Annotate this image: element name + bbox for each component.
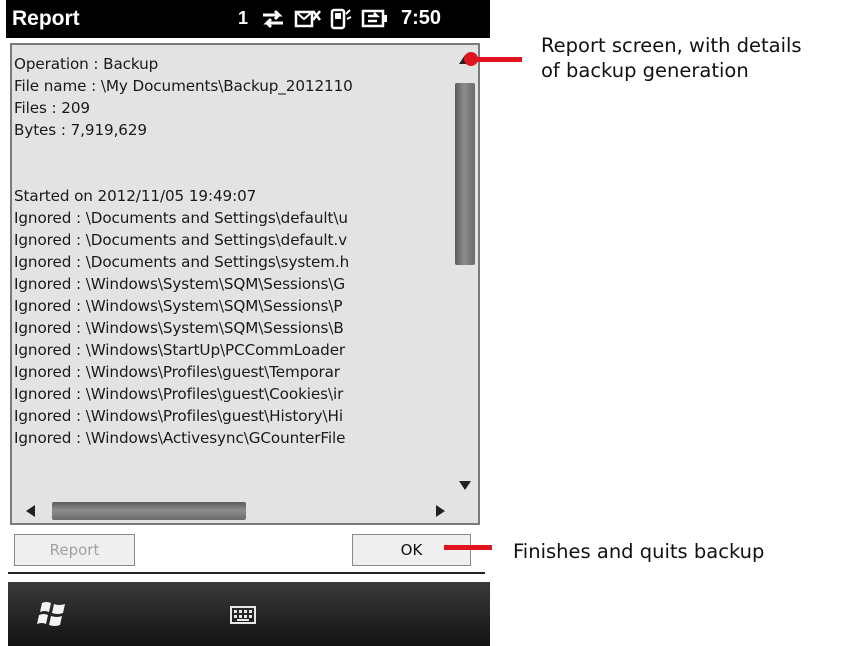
softkey-bar (8, 582, 490, 646)
scroll-right-arrow-icon[interactable] (436, 505, 445, 517)
log-line: Ignored : \Documents and Settings\defaul… (14, 231, 348, 249)
annotation-report-screen: Report screen, with details of backup ge… (541, 33, 802, 83)
log-line: Ignored : \Windows\Profiles\guest\Histor… (14, 407, 343, 425)
annotation-line: of backup generation (541, 59, 749, 82)
device-screen: Report 1 7:50 Operation: Backup File na… (0, 0, 490, 646)
annotation-line: Report screen, with details (541, 34, 802, 57)
phone-icon[interactable] (328, 8, 352, 30)
signal-number: 1 (238, 8, 249, 28)
log-line: Ignored : \Documents and Settings\system… (14, 253, 350, 271)
divider (8, 572, 485, 574)
clock: 7:50 (401, 7, 442, 29)
log-line: Ignored : \Windows\System\SQM\Sessions\B (14, 319, 344, 337)
battery-icon[interactable] (360, 8, 390, 30)
status-bar: Report 1 7:50 (6, 0, 490, 38)
horizontal-scroll-thumb[interactable] (52, 502, 246, 520)
log-line: Ignored : \Documents and Settings\defaul… (14, 209, 348, 227)
log-line: Ignored : \Windows\Activesync\GCounterFi… (14, 429, 346, 447)
annotation-ok-button: Finishes and quits backup (513, 540, 765, 563)
windows-start-icon[interactable] (36, 599, 70, 633)
log-line: Started on 2012/11/05 19:49:07 (14, 187, 257, 205)
log-line: Files : 209 (14, 99, 90, 117)
scroll-left-arrow-icon[interactable] (26, 505, 35, 517)
log-line: Ignored : \Windows\StartUp\PCCommLoader (14, 341, 346, 359)
app-title: Report (12, 7, 80, 30)
ok-button[interactable]: OK (352, 534, 471, 566)
log-line: Ignored : \Windows\System\SQM\Sessions\P (14, 297, 343, 315)
report-button[interactable]: Report (14, 534, 135, 566)
vertical-scroll-thumb[interactable] (455, 83, 475, 265)
log-line: Ignored : \Windows\System\SQM\Sessions\G (14, 275, 346, 293)
horizontal-scrollbar[interactable] (14, 500, 452, 522)
log-line: Ignored : \Windows\Profiles\guest\Cookie… (14, 385, 344, 403)
keyboard-icon[interactable] (230, 606, 256, 628)
report-log[interactable]: Operation : Backup File name : \My Docum… (14, 53, 452, 497)
report-panel: Operation : Backup File name : \My Docum… (10, 43, 480, 525)
log-line: File name : \My Documents\Backup_2012110 (14, 77, 353, 95)
sync-icon[interactable] (259, 8, 287, 30)
vertical-scrollbar[interactable] (453, 53, 478, 493)
message-icon[interactable] (294, 8, 322, 30)
log-line: Ignored : \Windows\Profiles\guest\Tempor… (14, 363, 340, 381)
callout-line-ok (444, 545, 492, 550)
log-line: Operation : Backup (14, 55, 159, 73)
scroll-down-arrow-icon[interactable] (459, 481, 471, 490)
callout-line-report (472, 57, 522, 62)
log-line: Bytes : 7,919,629 (14, 121, 147, 139)
